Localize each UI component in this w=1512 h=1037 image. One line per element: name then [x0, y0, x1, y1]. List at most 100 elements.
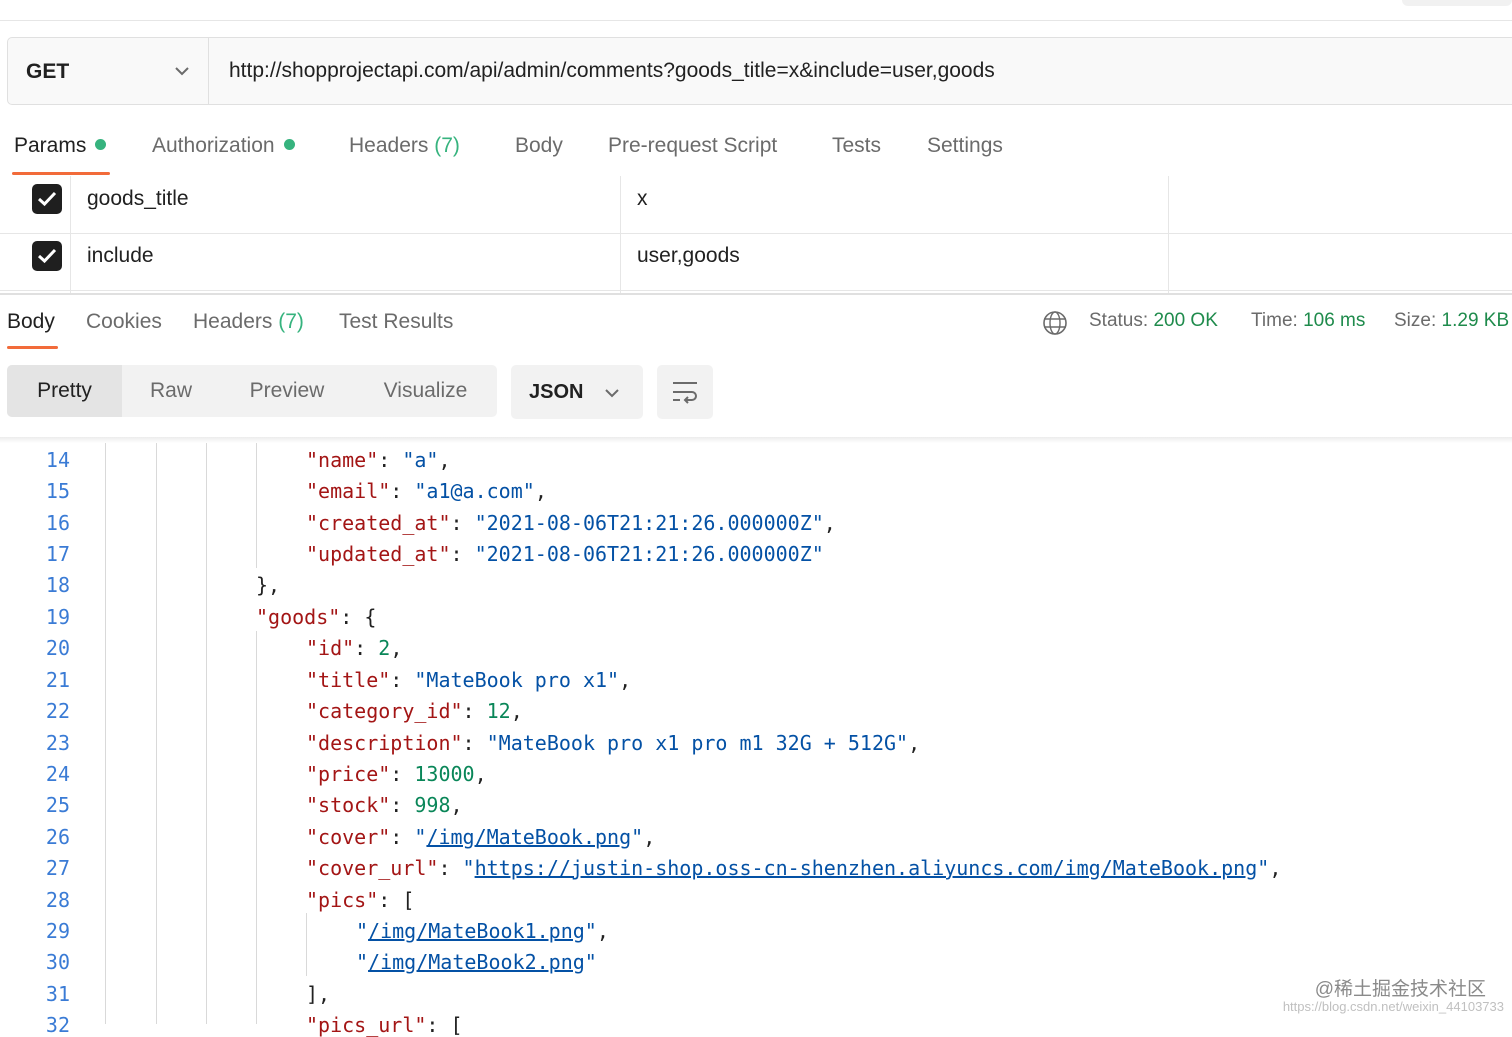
code-line: "goods": { — [256, 605, 377, 629]
line-number: 18 — [45, 573, 70, 597]
line-number: 16 — [45, 511, 70, 535]
tab-settings[interactable]: Settings — [927, 134, 1003, 158]
param-row: goods_title x — [0, 176, 1512, 234]
language-select[interactable]: JSON — [511, 365, 643, 419]
size-label: Size: — [1394, 310, 1437, 331]
watermark-url: https://blog.csdn.net/weixin_44103733 — [1282, 999, 1504, 1014]
code-line: "created_at": "2021-08-06T21:21:26.00000… — [306, 511, 836, 535]
code-line: "pics_url": [ — [306, 1013, 463, 1037]
mode-pretty-button[interactable]: Pretty — [7, 365, 122, 417]
line-number: 26 — [45, 825, 70, 849]
tab-params[interactable]: Params — [14, 134, 107, 158]
line-number: 14 — [45, 448, 70, 472]
line-number: 20 — [45, 636, 70, 660]
checkmark-icon — [37, 248, 57, 264]
request-response-splitter[interactable] — [0, 293, 1512, 295]
code-line: "name": "a", — [306, 448, 451, 472]
indent-guide — [105, 443, 106, 1024]
response-tab-cookies[interactable]: Cookies — [86, 310, 162, 334]
line-number: 30 — [45, 950, 70, 974]
code-line: "category_id": 12, — [306, 699, 523, 723]
response-size[interactable]: Size: 1.29 KB — [1394, 310, 1509, 332]
params-active-dot-icon — [95, 139, 107, 150]
mode-preview-button[interactable]: Preview — [220, 365, 354, 417]
url-input[interactable]: http://shopprojectapi.com/api/admin/comm… — [229, 59, 995, 83]
param-value[interactable]: x — [637, 187, 648, 211]
param-row: include user,goods — [0, 233, 1512, 291]
response-status[interactable]: Status: 200 OK — [1089, 310, 1218, 332]
tab-tests[interactable]: Tests — [832, 134, 881, 158]
line-number: 27 — [45, 856, 70, 880]
line-number: 31 — [45, 982, 70, 1006]
tab-authorization-label: Authorization — [152, 134, 275, 157]
code-line: "/img/MateBook2.png" — [356, 950, 597, 974]
status-label: Status: — [1089, 310, 1149, 331]
code-line: ], — [306, 982, 331, 1006]
code-line: "email": "a1@a.com", — [306, 479, 547, 503]
code-line: "updated_at": "2021-08-06T21:21:26.00000… — [306, 542, 824, 566]
mode-raw-button[interactable]: Raw — [122, 365, 220, 417]
indent-guide — [306, 913, 307, 976]
code-line: "id": 2, — [306, 636, 403, 660]
tab-headers[interactable]: Headers (7) — [349, 134, 460, 158]
indent-guide — [256, 631, 257, 1024]
checkmark-icon — [37, 191, 57, 207]
line-number: 29 — [45, 919, 70, 943]
response-time[interactable]: Time: 106 ms — [1251, 310, 1365, 332]
mode-visualize-button[interactable]: Visualize — [354, 365, 497, 417]
tab-pre-request-script[interactable]: Pre-request Script — [608, 134, 777, 158]
url-bar: GET http://shopprojectapi.com/api/admin/… — [7, 37, 1512, 105]
param-value[interactable]: user,goods — [637, 244, 740, 268]
line-number: 25 — [45, 793, 70, 817]
line-number: 19 — [45, 605, 70, 629]
globe-icon[interactable] — [1042, 310, 1068, 336]
response-tab-test-results[interactable]: Test Results — [339, 310, 453, 334]
line-number: 24 — [45, 762, 70, 786]
tab-headers-count: (7) — [434, 134, 460, 157]
param-checkbox[interactable] — [32, 184, 62, 214]
line-number: 15 — [45, 479, 70, 503]
response-tab-headers[interactable]: Headers (7) — [193, 310, 304, 334]
authorization-active-dot-icon — [283, 139, 295, 150]
line-number: 23 — [45, 731, 70, 755]
code-line: "price": 13000, — [306, 762, 487, 786]
indent-guide — [256, 443, 257, 568]
status-value: 200 OK — [1153, 310, 1218, 331]
response-active-tab-underline — [7, 346, 58, 349]
indent-guide — [156, 443, 157, 1024]
code-line: "description": "MateBook pro x1 pro m1 3… — [306, 731, 921, 755]
chevron-down-icon — [175, 67, 189, 76]
code-line: "pics": [ — [306, 888, 415, 912]
view-mode-segmented-control: Pretty Raw Preview Visualize — [7, 365, 497, 417]
tab-authorization[interactable]: Authorization — [152, 134, 295, 158]
line-number: 22 — [45, 699, 70, 723]
code-line: "title": "MateBook pro x1", — [306, 668, 632, 692]
method-label: GET — [26, 60, 70, 83]
line-number: 17 — [45, 542, 70, 566]
response-body-code[interactable]: 14 "name": "a", 15 "email": "a1@a.com", … — [0, 443, 1512, 1037]
response-tab-body[interactable]: Body — [7, 310, 55, 334]
param-key[interactable]: goods_title — [87, 187, 189, 211]
wrap-lines-icon — [673, 382, 697, 404]
time-label: Time: — [1251, 310, 1298, 331]
response-tab-headers-label: Headers — [193, 310, 273, 333]
top-right-pill — [1402, 0, 1512, 6]
line-number: 21 — [45, 668, 70, 692]
method-select[interactable]: GET — [8, 38, 209, 104]
watermark: @稀土掘金技术社区 — [1314, 979, 1486, 1000]
language-select-label: JSON — [529, 381, 584, 403]
line-number: 28 — [45, 888, 70, 912]
response-tab-headers-count: (7) — [278, 310, 304, 333]
active-tab-underline — [12, 172, 110, 175]
indent-guide — [206, 443, 207, 1024]
code-line: "stock": 998, — [306, 793, 463, 817]
param-checkbox[interactable] — [32, 241, 62, 271]
param-key[interactable]: include — [87, 244, 154, 268]
code-line: "cover_url": "https://justin-shop.oss-cn… — [306, 856, 1282, 880]
wrap-lines-button[interactable] — [657, 365, 713, 419]
top-divider — [0, 20, 1512, 21]
tab-body[interactable]: Body — [515, 134, 563, 158]
line-number: 32 — [45, 1013, 70, 1037]
code-line: }, — [256, 573, 281, 597]
request-tabs: Params Authorization Headers (7) Body Pr… — [0, 128, 1512, 178]
